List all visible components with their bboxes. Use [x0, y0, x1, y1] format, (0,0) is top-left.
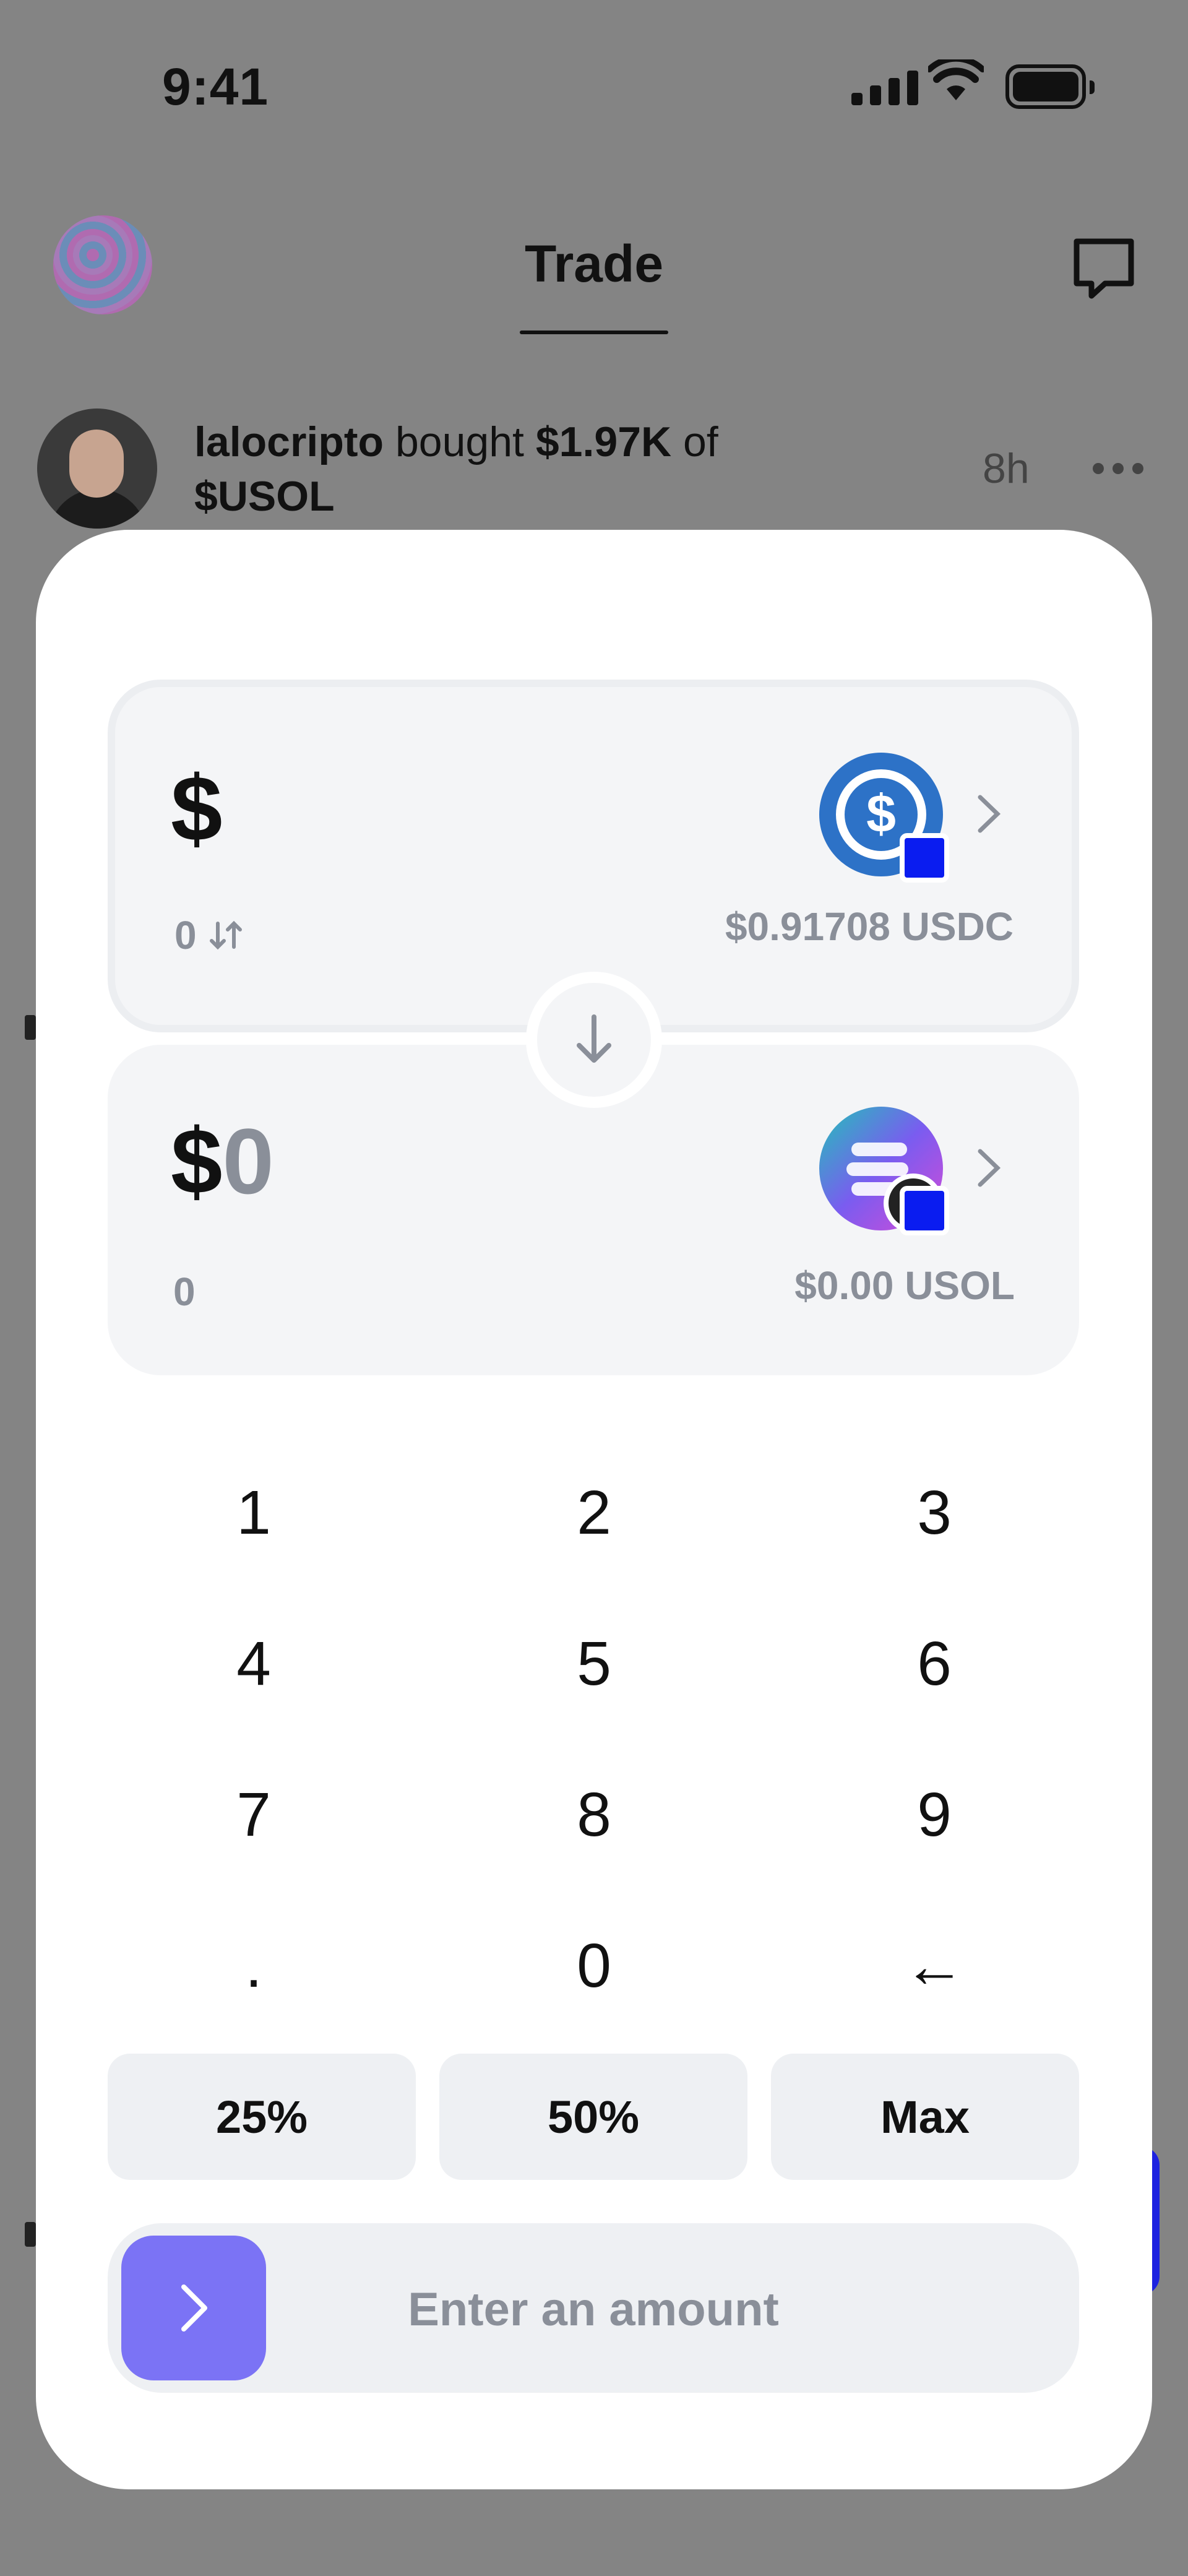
- page-title[interactable]: Trade: [0, 234, 1188, 294]
- feed-avatar[interactable]: [37, 408, 157, 529]
- wifi-icon: [928, 59, 984, 100]
- tab-underline: [520, 331, 668, 334]
- to-balance: $0.00 USOL: [794, 1263, 1015, 1308]
- to-amount: $0: [171, 1108, 274, 1215]
- svg-text:$: $: [866, 784, 896, 844]
- from-token-amount[interactable]: 0: [174, 912, 244, 958]
- more-options-icon[interactable]: [1093, 463, 1143, 474]
- chevron-right-icon[interactable]: [974, 792, 1005, 836]
- to-currency-symbol: $: [171, 1109, 223, 1213]
- key-9[interactable]: 9: [811, 1753, 1058, 1877]
- feed-verb: bought: [395, 418, 524, 465]
- key-2[interactable]: 2: [470, 1451, 718, 1575]
- from-currency-symbol: $: [171, 756, 223, 860]
- feed-time: 8h: [983, 445, 1030, 492]
- background-fragment: [25, 2222, 36, 2247]
- feed-preposition: of: [683, 418, 718, 465]
- from-balance: $0.91708 USDC: [725, 904, 1014, 949]
- key-backspace[interactable]: ←: [811, 1904, 1058, 2028]
- from-token-amount-value: 0: [174, 913, 197, 957]
- preset-25-button[interactable]: 25%: [108, 2054, 416, 2180]
- feed-amount: $1.97K: [535, 418, 672, 465]
- key-6[interactable]: 6: [811, 1602, 1058, 1726]
- feed-token[interactable]: $USOL: [194, 473, 335, 520]
- numeric-keypad: 1 2 3 4 5 6 7 8 9 . 0 ←: [130, 1451, 1058, 2028]
- key-4[interactable]: 4: [130, 1602, 377, 1726]
- key-3[interactable]: 3: [811, 1451, 1058, 1575]
- key-5[interactable]: 5: [470, 1602, 718, 1726]
- preset-max-button[interactable]: Max: [771, 2054, 1079, 2180]
- from-amount[interactable]: $: [171, 755, 222, 862]
- status-time: 9:41: [162, 58, 269, 116]
- to-amount-value: 0: [222, 1109, 274, 1213]
- key-decimal[interactable]: .: [130, 1904, 377, 2028]
- to-token-amount: 0: [173, 1269, 196, 1314]
- background-fragment: [25, 1015, 36, 1040]
- battery-icon: [1005, 64, 1095, 109]
- key-1[interactable]: 1: [130, 1451, 377, 1575]
- feed-activity-text: lalocripto bought $1.97K of $USOL: [194, 415, 813, 524]
- chain-badge-icon: [900, 833, 949, 883]
- arrow-down-icon: [577, 1014, 611, 1063]
- key-0[interactable]: 0: [470, 1904, 718, 2028]
- key-7[interactable]: 7: [130, 1753, 377, 1877]
- cellular-signal-icon: [851, 68, 918, 105]
- feed-user[interactable]: lalocripto: [194, 418, 384, 465]
- preset-50-button[interactable]: 50%: [439, 2054, 747, 2180]
- chevron-right-icon[interactable]: [974, 1146, 1005, 1190]
- key-8[interactable]: 8: [470, 1753, 718, 1877]
- chat-icon[interactable]: [1070, 235, 1137, 302]
- chevron-right-icon: [181, 2284, 207, 2332]
- swap-direction-button[interactable]: [526, 972, 662, 1108]
- submit-handle[interactable]: [121, 2236, 266, 2380]
- chain-badge-icon: [900, 1186, 949, 1235]
- toggle-units-icon[interactable]: [208, 917, 244, 953]
